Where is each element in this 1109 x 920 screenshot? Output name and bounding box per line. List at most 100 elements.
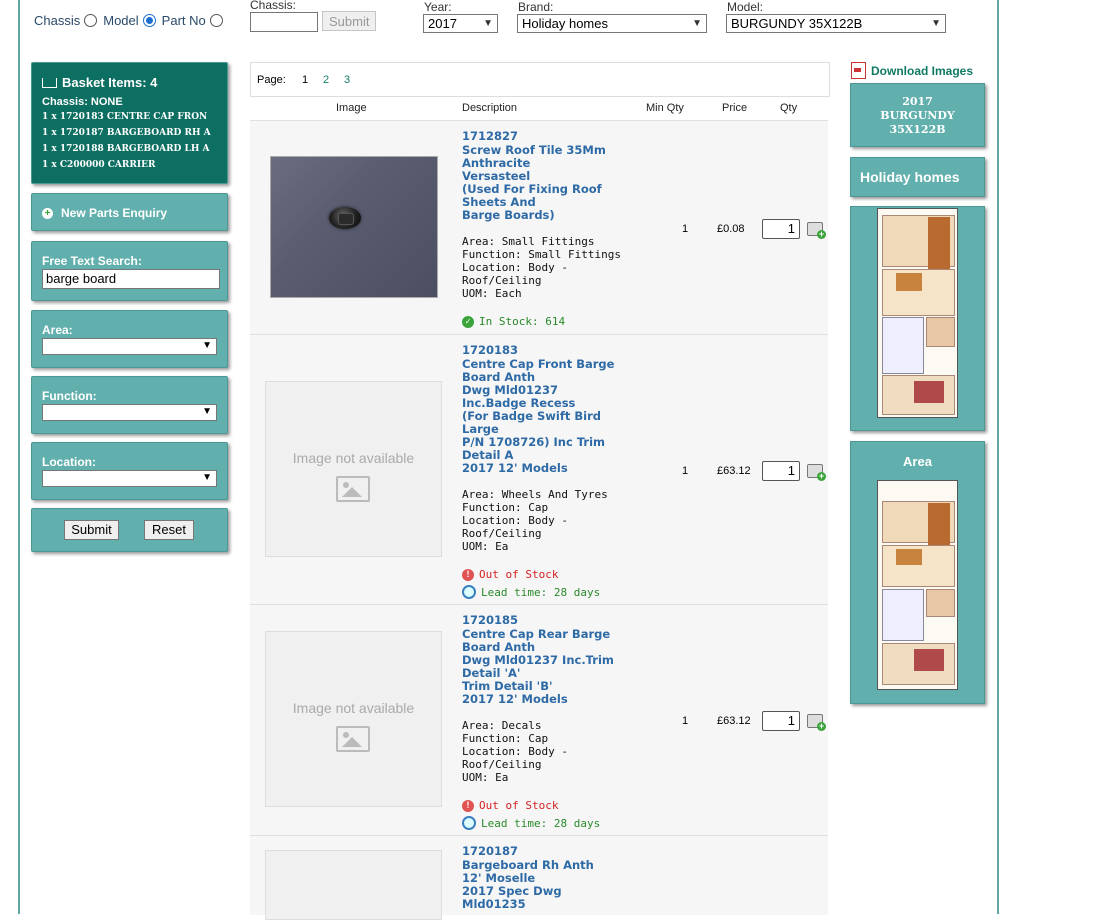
model-title: 2017 BURGUNDY 35X122B <box>880 95 955 136</box>
page-label: Page: <box>257 74 286 86</box>
area-panel: Area: ▼ <box>31 310 228 368</box>
floorplan-image[interactable] <box>877 208 958 418</box>
brand-value: Holiday homes <box>522 16 608 31</box>
chevron-down-icon: ▼ <box>483 18 493 29</box>
part-image-placeholder[interactable]: Image not available <box>265 381 442 557</box>
part-meta: Area: Wheels And Tyres Function: Cap Loc… <box>462 488 622 553</box>
table-row: Image not available 1720185 Centre Cap R… <box>250 604 828 836</box>
part-meta-text: Area: Decals Function: Cap Location: Bod… <box>462 719 568 784</box>
brand-select[interactable]: Holiday homes ▼ <box>517 14 707 33</box>
qty-input[interactable]: 1 <box>762 461 800 481</box>
part-code[interactable]: 1712827 <box>462 129 518 143</box>
lead-time: Lead time: 28 days <box>462 585 600 599</box>
screw-photo <box>329 207 361 229</box>
chevron-down-icon: ▼ <box>202 472 212 483</box>
price: £0.08 <box>717 223 745 235</box>
part-title[interactable]: Screw Roof Tile 35Mm Anthracite Versaste… <box>462 144 622 222</box>
part-meta: Area: Decals Function: Cap Location: Bod… <box>462 719 622 784</box>
part-image[interactable] <box>270 156 438 298</box>
basket-item: 1 x C200000 CARRIER <box>42 160 156 170</box>
area-select[interactable]: ▼ <box>42 338 217 355</box>
min-qty: 1 <box>682 715 689 727</box>
lead-time: Lead time: 28 days <box>462 816 600 830</box>
brand-panel[interactable]: Holiday homes <box>850 157 985 197</box>
function-select[interactable]: ▼ <box>42 404 217 421</box>
new-parts-enquiry-panel[interactable]: + New Parts Enquiry <box>31 193 228 231</box>
radio-part-no[interactable]: Part No <box>162 13 223 28</box>
area-floorplan-panel[interactable]: Area <box>850 441 985 704</box>
part-code[interactable]: 1720187 <box>462 844 518 858</box>
part-code[interactable]: 1720183 <box>462 343 518 357</box>
part-image-placeholder[interactable] <box>265 850 442 920</box>
header-price: Price <box>722 102 748 114</box>
pagination: Page: 1 2 3 <box>250 62 830 97</box>
model-value: BURGUNDY 35X122B <box>731 16 863 31</box>
add-to-basket-icon[interactable] <box>807 222 826 239</box>
area-title: Area <box>903 454 932 469</box>
part-meta: Area: Small Fittings Function: Small Fit… <box>462 235 622 300</box>
basket-item: 1 x 1720187 BARGEBOARD RH A <box>42 128 211 138</box>
year-select[interactable]: 2017 ▼ <box>423 14 498 33</box>
basket-count: Basket Items: 4 <box>62 75 158 90</box>
radio-chassis[interactable]: Chassis <box>34 13 98 28</box>
header-qty: Qty <box>780 102 798 114</box>
part-title[interactable]: Centre Cap Front Barge Board Anth Dwg Ml… <box>462 358 622 475</box>
download-images-link[interactable]: Download Images <box>851 62 973 79</box>
chassis-input[interactable] <box>250 12 318 32</box>
area-floorplan-image[interactable] <box>877 480 958 690</box>
brand-label: Brand: <box>518 0 554 14</box>
part-title[interactable]: Centre Cap Rear Barge Board Anth Dwg Mld… <box>462 628 622 706</box>
radio-chassis-button[interactable] <box>84 14 98 27</box>
chevron-down-icon: ▼ <box>931 18 941 29</box>
reset-button[interactable]: Reset <box>144 520 194 540</box>
lead-time-text: Lead time: 28 days <box>481 816 601 830</box>
new-parts-enquiry-link[interactable]: + New Parts Enquiry <box>42 206 167 220</box>
chevron-down-icon: ▼ <box>692 18 702 29</box>
qty-input[interactable]: 1 <box>762 711 800 731</box>
basket-panel[interactable]: Basket Items: 4 Chassis: NONE 1 x 172018… <box>31 62 228 184</box>
table-row: 1712827 Screw Roof Tile 35Mm Anthracite … <box>250 120 828 335</box>
free-text-search-input[interactable]: barge board <box>42 269 220 289</box>
radio-model-label: Model <box>103 13 139 28</box>
location-label: Location: <box>42 455 96 469</box>
page-link-3[interactable]: 3 <box>344 74 350 86</box>
location-select[interactable]: ▼ <box>42 470 217 487</box>
radio-model-button[interactable] <box>142 14 156 27</box>
chevron-down-icon: ▼ <box>202 340 212 351</box>
no-image-text: Image not available <box>292 450 415 466</box>
basket-icon <box>42 77 57 88</box>
alert-icon: ! <box>462 799 474 812</box>
model-panel[interactable]: 2017 BURGUNDY 35X122B <box>850 83 985 147</box>
download-images-label: Download Images <box>871 63 974 78</box>
price: £63.12 <box>717 465 751 477</box>
table-row: Image not available 1720183 Centre Cap F… <box>250 334 828 605</box>
price: £63.12 <box>717 715 751 727</box>
clock-icon <box>462 585 476 599</box>
header-min-qty: Min Qty <box>646 102 684 114</box>
add-to-basket-icon[interactable] <box>807 714 826 731</box>
location-panel: Location: ▼ <box>31 442 228 500</box>
page-link-1[interactable]: 1 <box>302 74 308 86</box>
no-image-text: Image not available <box>292 700 415 716</box>
submit-button[interactable]: Submit <box>64 520 119 540</box>
basket-item: 1 x 1720188 BARGEBOARD LH A <box>42 144 210 154</box>
radio-model[interactable]: Model <box>103 13 156 28</box>
part-title[interactable]: Bargeboard Rh Anth 12' Moselle 2017 Spec… <box>462 859 622 911</box>
model-select[interactable]: BURGUNDY 35X122B ▼ <box>726 14 946 33</box>
add-to-basket-icon[interactable] <box>807 464 826 481</box>
radio-chassis-label: Chassis <box>34 13 81 28</box>
stock-text: In Stock: 614 <box>479 315 566 328</box>
image-placeholder-icon <box>336 476 370 502</box>
search-bar: Chassis Model Part No Chassis: Submit Ye… <box>0 0 1109 50</box>
part-image-placeholder[interactable]: Image not available <box>265 631 442 807</box>
part-code[interactable]: 1720185 <box>462 613 518 627</box>
radio-part-no-button[interactable] <box>209 14 223 27</box>
chassis-submit-button[interactable]: Submit <box>322 11 377 31</box>
pdf-icon <box>851 62 866 79</box>
part-meta-text: Area: Small Fittings Function: Small Fit… <box>462 235 621 300</box>
qty-input[interactable]: 1 <box>762 219 800 239</box>
function-label: Function: <box>42 389 97 403</box>
model-floorplan-panel[interactable] <box>850 206 985 431</box>
page-link-2[interactable]: 2 <box>323 74 329 86</box>
free-text-search-label: Free Text Search: <box>42 254 142 268</box>
